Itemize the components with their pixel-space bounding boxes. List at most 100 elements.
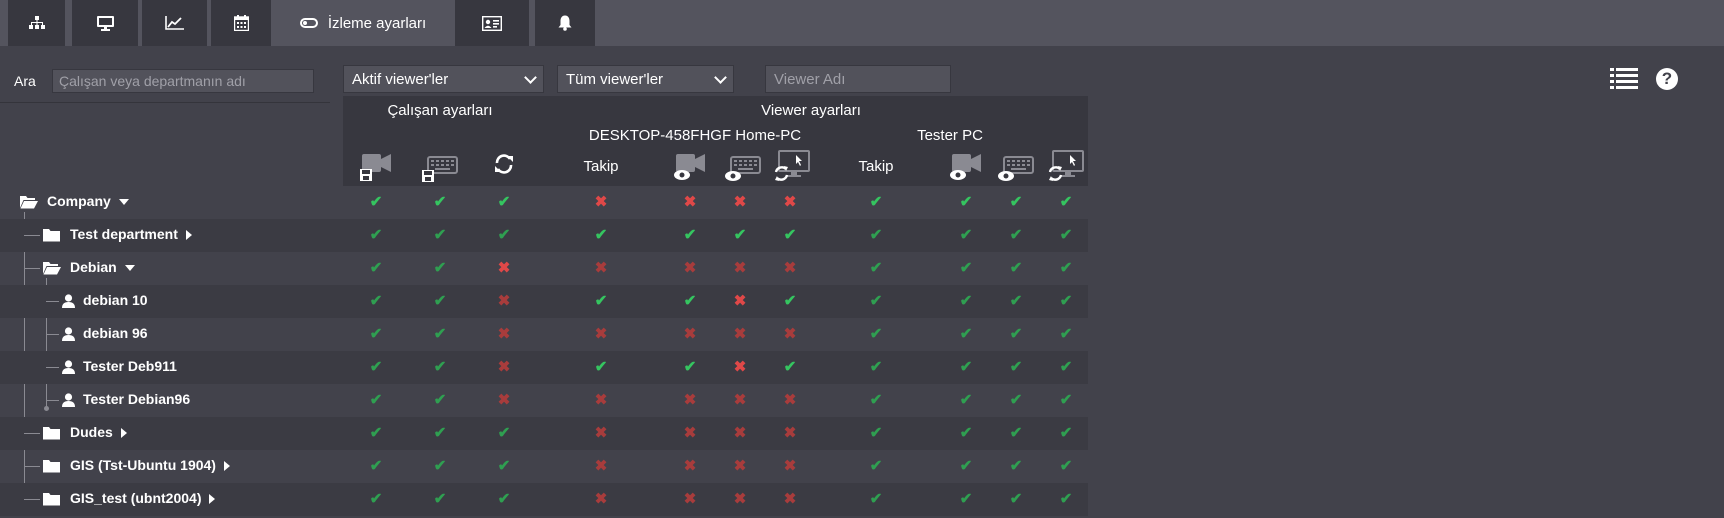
cross-icon[interactable]: ✖	[784, 492, 797, 507]
cross-icon[interactable]: ✖	[684, 426, 697, 441]
check-icon[interactable]: ✔	[370, 426, 383, 441]
cross-icon[interactable]: ✖	[734, 393, 747, 408]
cross-icon[interactable]: ✖	[684, 492, 697, 507]
check-icon[interactable]: ✔	[784, 294, 797, 309]
check-icon[interactable]: ✔	[498, 492, 511, 507]
check-icon[interactable]: ✔	[370, 393, 383, 408]
check-icon[interactable]: ✔	[434, 393, 447, 408]
cross-icon[interactable]: ✖	[734, 195, 747, 210]
tree-node-label[interactable]: Dudes	[70, 424, 113, 440]
cross-icon[interactable]: ✖	[498, 261, 511, 276]
check-icon[interactable]: ✔	[1060, 426, 1073, 441]
cross-icon[interactable]: ✖	[684, 195, 697, 210]
cross-icon[interactable]: ✖	[734, 426, 747, 441]
cross-icon[interactable]: ✖	[734, 294, 747, 309]
cross-icon[interactable]: ✖	[734, 261, 747, 276]
check-icon[interactable]: ✔	[870, 426, 883, 441]
cross-icon[interactable]: ✖	[595, 459, 608, 474]
check-icon[interactable]: ✔	[498, 426, 511, 441]
cross-icon[interactable]: ✖	[595, 195, 608, 210]
tree-node-label[interactable]: debian 96	[83, 325, 148, 341]
check-icon[interactable]: ✔	[1010, 426, 1023, 441]
cross-icon[interactable]: ✖	[734, 492, 747, 507]
cross-icon[interactable]: ✖	[498, 360, 511, 375]
cross-icon[interactable]: ✖	[684, 459, 697, 474]
check-icon[interactable]: ✔	[1060, 261, 1073, 276]
check-icon[interactable]: ✔	[370, 459, 383, 474]
cross-icon[interactable]: ✖	[684, 393, 697, 408]
caret-right-icon[interactable]	[120, 428, 127, 438]
check-icon[interactable]: ✔	[1060, 294, 1073, 309]
check-icon[interactable]: ✔	[434, 327, 447, 342]
check-icon[interactable]: ✔	[434, 228, 447, 243]
check-icon[interactable]: ✔	[960, 294, 973, 309]
check-icon[interactable]: ✔	[870, 195, 883, 210]
check-icon[interactable]: ✔	[370, 294, 383, 309]
tab-monitoring-settings[interactable]: İzleme ayarları	[276, 0, 450, 46]
tree-row[interactable]: Dudes ✔ ✔ ✔ ✖ ✖ ✖ ✖ ✔ ✔ ✔ ✔	[0, 417, 1088, 450]
check-icon[interactable]: ✔	[1010, 393, 1023, 408]
tree-row[interactable]: Tester Debian96 ✔ ✔ ✖ ✖ ✖ ✖ ✖ ✔ ✔ ✔ ✔	[0, 384, 1088, 417]
check-icon[interactable]: ✔	[370, 195, 383, 210]
check-icon[interactable]: ✔	[784, 360, 797, 375]
cross-icon[interactable]: ✖	[498, 327, 511, 342]
cross-icon[interactable]: ✖	[734, 327, 747, 342]
tree-node-label[interactable]: Tester Debian96	[83, 391, 190, 407]
check-icon[interactable]: ✔	[870, 228, 883, 243]
check-icon[interactable]: ✔	[434, 360, 447, 375]
check-icon[interactable]: ✔	[370, 492, 383, 507]
cross-icon[interactable]: ✖	[595, 426, 608, 441]
check-icon[interactable]: ✔	[870, 294, 883, 309]
check-icon[interactable]: ✔	[370, 360, 383, 375]
check-icon[interactable]: ✔	[870, 459, 883, 474]
caret-right-icon[interactable]	[209, 494, 216, 504]
tree-node-label[interactable]: GIS_test (ubnt2004)	[70, 490, 201, 506]
check-icon[interactable]: ✔	[498, 228, 511, 243]
check-icon[interactable]: ✔	[684, 360, 697, 375]
check-icon[interactable]: ✔	[960, 327, 973, 342]
check-icon[interactable]: ✔	[1010, 459, 1023, 474]
check-icon[interactable]: ✔	[1010, 228, 1023, 243]
check-icon[interactable]: ✔	[595, 228, 608, 243]
tree-node-label[interactable]: Debian	[70, 259, 117, 275]
cross-icon[interactable]: ✖	[784, 426, 797, 441]
tab-calendar[interactable]	[211, 0, 271, 46]
caret-right-icon[interactable]	[185, 230, 192, 240]
check-icon[interactable]: ✔	[684, 294, 697, 309]
help-icon[interactable]: ?	[1656, 68, 1678, 90]
cross-icon[interactable]: ✖	[734, 459, 747, 474]
check-icon[interactable]: ✔	[960, 195, 973, 210]
tree-node-label[interactable]: Test department	[70, 226, 178, 242]
check-icon[interactable]: ✔	[1060, 360, 1073, 375]
tree-node-label[interactable]: debian 10	[83, 292, 148, 308]
check-icon[interactable]: ✔	[960, 492, 973, 507]
check-icon[interactable]: ✔	[870, 261, 883, 276]
check-icon[interactable]: ✔	[370, 327, 383, 342]
cross-icon[interactable]: ✖	[595, 327, 608, 342]
tab-org[interactable]	[8, 0, 65, 46]
check-icon[interactable]: ✔	[784, 228, 797, 243]
tab-stats[interactable]	[142, 0, 207, 46]
caret-right-icon[interactable]	[223, 461, 230, 471]
check-icon[interactable]: ✔	[498, 459, 511, 474]
check-icon[interactable]: ✔	[434, 195, 447, 210]
tree-row[interactable]: Debian ✔ ✔ ✖ ✖ ✖ ✖ ✖ ✔ ✔ ✔ ✔	[0, 252, 1088, 285]
viewer-status-select[interactable]: Aktif viewer'ler	[343, 65, 544, 93]
cross-icon[interactable]: ✖	[595, 393, 608, 408]
check-icon[interactable]: ✔	[434, 261, 447, 276]
cross-icon[interactable]: ✖	[595, 492, 608, 507]
tree-row[interactable]: GIS (Tst-Ubuntu 1904) ✔ ✔ ✔ ✖ ✖ ✖ ✖ ✔ ✔ ✔ ✔	[0, 450, 1088, 483]
caret-down-icon[interactable]	[124, 265, 135, 271]
cross-icon[interactable]: ✖	[498, 294, 511, 309]
cross-icon[interactable]: ✖	[595, 261, 608, 276]
check-icon[interactable]: ✔	[1060, 327, 1073, 342]
check-icon[interactable]: ✔	[595, 360, 608, 375]
cross-icon[interactable]: ✖	[784, 327, 797, 342]
check-icon[interactable]: ✔	[1060, 459, 1073, 474]
cross-icon[interactable]: ✖	[784, 261, 797, 276]
list-view-icon[interactable]	[1610, 67, 1638, 89]
tree-row[interactable]: debian 10 ✔ ✔ ✖ ✔ ✔ ✖ ✔ ✔ ✔ ✔ ✔	[0, 285, 1088, 318]
check-icon[interactable]: ✔	[1060, 228, 1073, 243]
check-icon[interactable]: ✔	[1010, 294, 1023, 309]
check-icon[interactable]: ✔	[870, 393, 883, 408]
